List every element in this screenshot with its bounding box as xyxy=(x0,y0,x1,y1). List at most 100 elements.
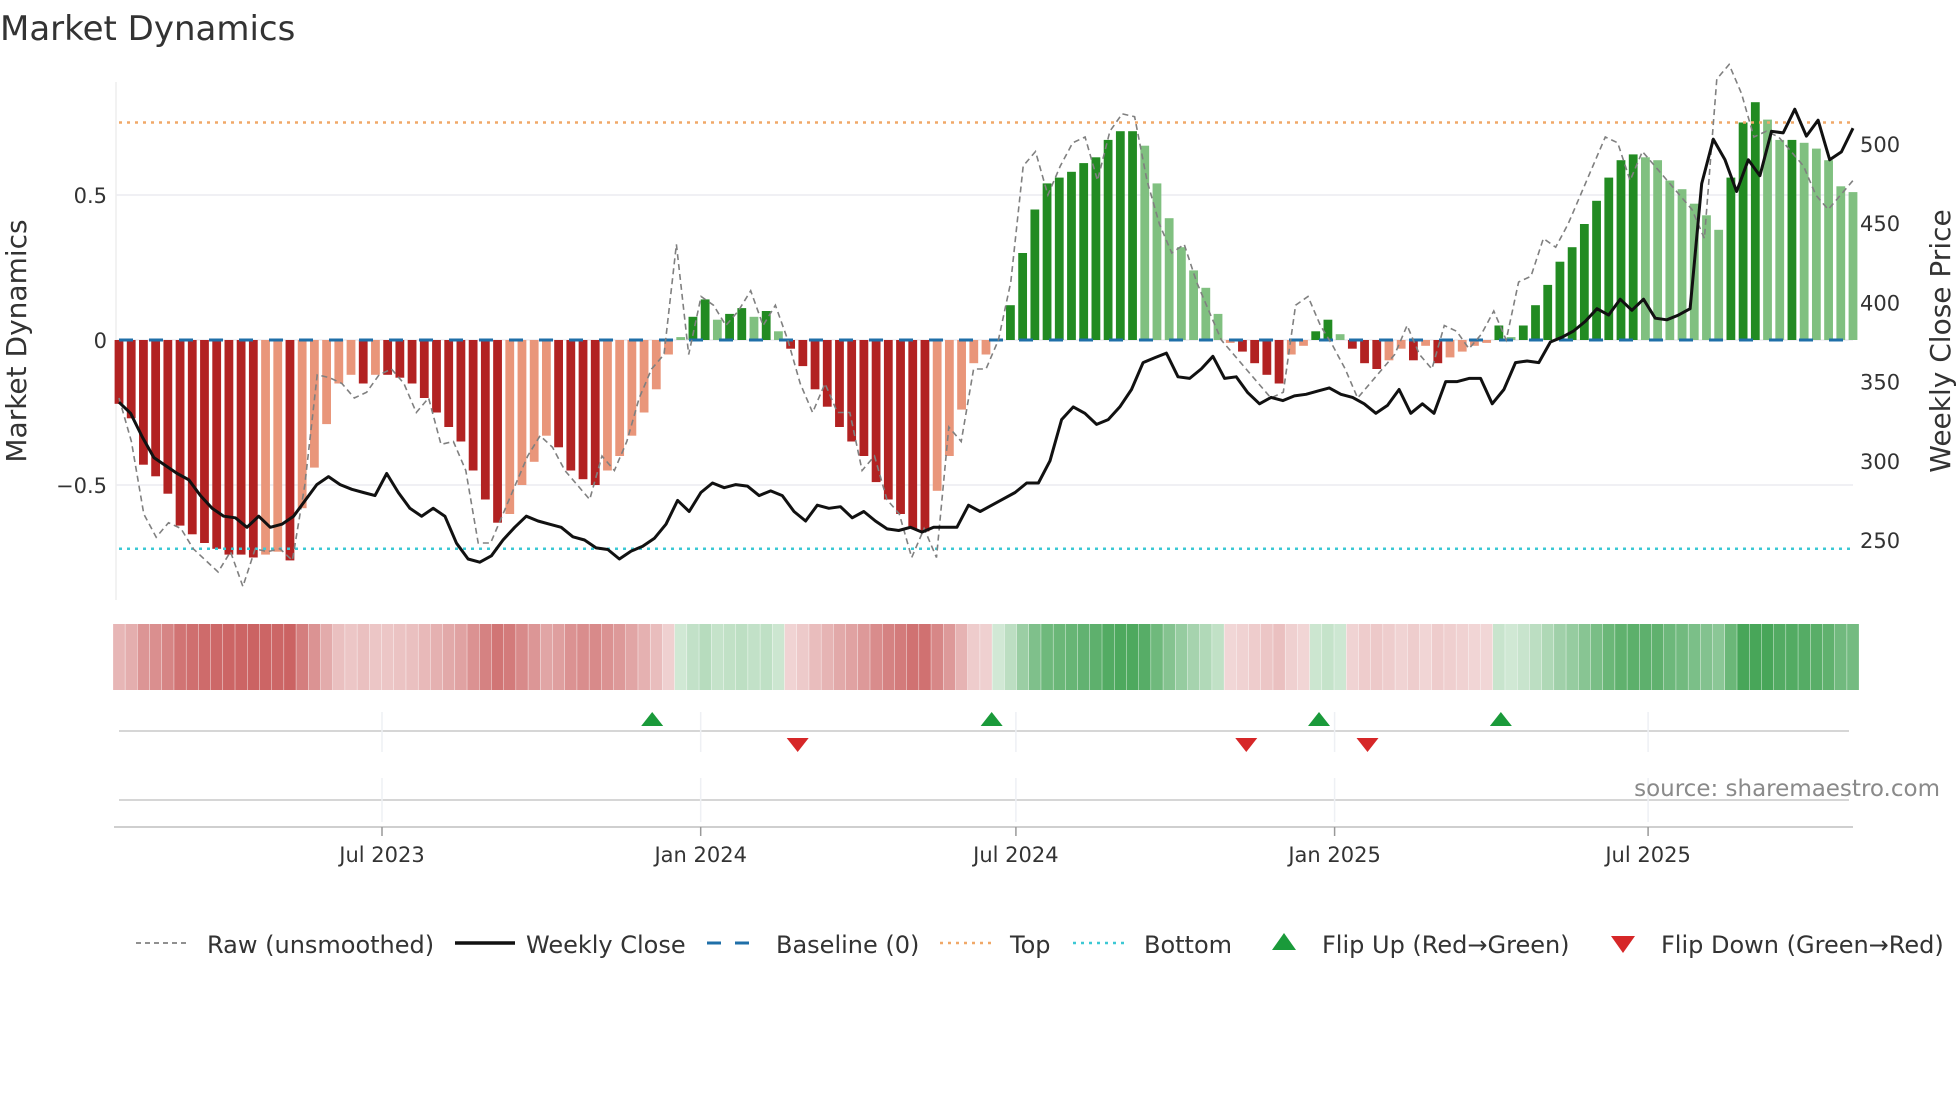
flip-up-marker xyxy=(1489,712,1512,726)
flip-up-marker xyxy=(641,712,664,726)
momentum-bar xyxy=(1543,284,1553,340)
regime-band-cell xyxy=(345,624,357,690)
regime-band-cell xyxy=(833,624,846,690)
regime-band-cell xyxy=(674,624,687,690)
regime-band-cell xyxy=(796,624,809,690)
momentum-bar xyxy=(1567,247,1577,340)
regime-band-cell xyxy=(980,624,992,690)
y2-tick-label: 400 xyxy=(1860,291,1900,315)
regime-band-cell xyxy=(540,624,553,690)
regime-band-cell xyxy=(1090,624,1102,690)
regime-band-cell xyxy=(455,624,467,690)
y-tick-label: −0.5 xyxy=(56,474,107,498)
momentum-bar xyxy=(603,340,612,471)
momentum-bar xyxy=(859,340,869,456)
regime-band-cell xyxy=(613,624,626,690)
momentum-bar xyxy=(114,340,124,404)
y2-tick-label: 450 xyxy=(1860,212,1900,236)
regime-band-cell xyxy=(1566,624,1579,690)
regime-band-cell xyxy=(1114,624,1127,690)
regime-band-cell xyxy=(723,624,736,690)
regime-band-cell xyxy=(1847,624,1859,690)
regime-band-cell xyxy=(1273,624,1285,690)
regime-band-cell xyxy=(1016,624,1029,690)
regime-band-cell xyxy=(1749,624,1762,690)
momentum-bar xyxy=(1592,200,1601,340)
regime-band-cell xyxy=(418,624,431,690)
momentum-bar xyxy=(1238,340,1247,352)
momentum-bar xyxy=(566,340,576,471)
x-tick-label: Jul 2024 xyxy=(971,843,1058,867)
momentum-bar xyxy=(1042,183,1052,340)
momentum-bar xyxy=(676,337,686,340)
regime-band-cell xyxy=(1346,624,1359,690)
momentum-bar xyxy=(383,340,393,375)
regime-band-cell xyxy=(1383,624,1395,690)
y2-axis-label: Weekly Close Price xyxy=(1924,209,1957,472)
momentum-bar xyxy=(932,340,942,491)
regime-band-cell xyxy=(406,624,418,690)
momentum-bar xyxy=(1616,160,1626,340)
legend-flip-up-icon xyxy=(1272,933,1296,950)
momentum-bar xyxy=(908,340,918,529)
flip-down-marker xyxy=(786,738,809,752)
x-tick-label: Jul 2023 xyxy=(337,843,424,867)
regime-band-cell xyxy=(601,624,614,690)
momentum-bar xyxy=(1372,340,1382,369)
momentum-bar xyxy=(1335,334,1345,340)
momentum-bar xyxy=(1799,142,1809,340)
momentum-bar xyxy=(346,340,356,375)
momentum-bar xyxy=(1103,139,1113,340)
regime-band-cell xyxy=(1212,624,1224,690)
source-label: source: sharemaestro.com xyxy=(1634,776,1940,802)
regime-band-cell xyxy=(1456,624,1469,690)
momentum-bar xyxy=(1518,325,1528,340)
momentum-bar xyxy=(590,340,600,485)
regime-band-cell xyxy=(1480,624,1493,690)
momentum-bar xyxy=(749,316,759,340)
momentum-bar xyxy=(1445,340,1455,358)
regime-band-cell xyxy=(577,624,589,690)
regime-band-cell xyxy=(711,624,724,690)
momentum-bar xyxy=(1750,102,1760,340)
regime-band-cell xyxy=(1175,624,1188,690)
y-axis-label: Market Dynamics xyxy=(0,219,33,462)
momentum-bar xyxy=(468,340,478,471)
momentum-bar xyxy=(395,340,405,378)
momentum-bar xyxy=(1824,160,1833,340)
momentum-bar xyxy=(1555,261,1565,340)
y-tick-label: 0.5 xyxy=(74,184,107,208)
momentum-bar xyxy=(969,340,979,364)
momentum-bar xyxy=(1775,139,1785,340)
momentum-bar xyxy=(529,340,539,462)
x-tick-label: Jul 2025 xyxy=(1603,843,1690,867)
regime-band-cell xyxy=(1602,624,1615,690)
regime-band-cell xyxy=(1334,624,1347,690)
momentum-bar xyxy=(835,340,844,427)
regime-band-cell xyxy=(1102,624,1115,690)
regime-band-cell xyxy=(1700,624,1713,690)
regime-band-cell xyxy=(845,624,858,690)
momentum-bar xyxy=(1433,340,1443,364)
momentum-bar xyxy=(896,340,905,514)
regime-band-cell xyxy=(174,624,186,690)
momentum-bar xyxy=(1494,325,1504,340)
momentum-bar xyxy=(957,340,966,410)
regime-band-cell xyxy=(161,624,174,690)
y2-tick-label: 250 xyxy=(1860,529,1900,553)
regime-band-cell xyxy=(113,624,125,690)
regime-band-cell xyxy=(1663,624,1676,690)
regime-band-cell xyxy=(1407,624,1420,690)
regime-band-cell xyxy=(1651,624,1664,690)
momentum-bar xyxy=(212,340,222,549)
regime-band-cell xyxy=(308,624,321,690)
legend-label: Bottom xyxy=(1144,931,1232,959)
momentum-bar xyxy=(1030,209,1040,340)
regime-band-cell xyxy=(699,624,712,690)
regime-band-cell xyxy=(1639,624,1652,690)
y2-tick-label: 500 xyxy=(1860,133,1900,157)
regime-band-cell xyxy=(491,624,504,690)
regime-band-cell xyxy=(1590,624,1603,690)
momentum-bar xyxy=(1250,340,1260,364)
regime-band-cell xyxy=(1688,624,1701,690)
